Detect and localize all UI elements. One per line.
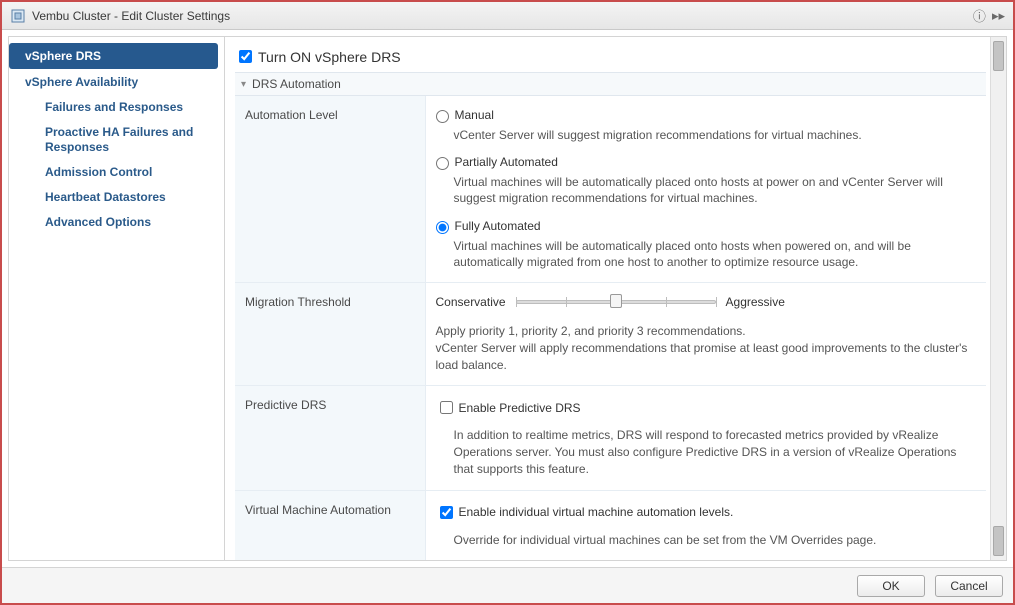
cancel-button[interactable]: Cancel xyxy=(935,575,1003,597)
option-manual-desc: vCenter Server will suggest migration re… xyxy=(454,127,977,143)
option-partially: Partially Automated Virtual machines wil… xyxy=(436,155,977,206)
content-wrap: Turn ON vSphere DRS ▾ DRS Automation Aut… xyxy=(225,37,1006,560)
predictive-drs-label: Predictive DRS xyxy=(235,386,425,490)
predictive-drs-checkbox-label: Enable Predictive DRS xyxy=(459,401,581,415)
option-fully: Fully Automated Virtual machines will be… xyxy=(436,219,977,270)
row-automation-level: Automation Level Manual vCenter Server w… xyxy=(235,96,986,282)
sidebar-sub-heartbeat[interactable]: Heartbeat Datastores xyxy=(9,185,224,210)
radio-partially[interactable] xyxy=(436,157,449,170)
predictive-drs-cell: Enable Predictive DRS In addition to rea… xyxy=(425,386,986,490)
turn-on-drs-checkbox[interactable] xyxy=(239,50,252,63)
option-partially-label: Partially Automated xyxy=(455,155,558,169)
migration-threshold-cell: Conservative Aggressive xyxy=(425,282,986,385)
migration-threshold-label: Migration Threshold xyxy=(235,282,425,385)
sidebar-sub-admission[interactable]: Admission Control xyxy=(9,160,224,185)
sidebar-item-drs[interactable]: vSphere DRS xyxy=(9,43,218,69)
window-title: Vembu Cluster - Edit Cluster Settings xyxy=(32,9,967,23)
automation-level-label: Automation Level xyxy=(235,96,425,282)
expand-icon[interactable]: ▸▸ xyxy=(992,8,1005,24)
sidebar-item-availability[interactable]: vSphere Availability xyxy=(9,69,224,95)
main-area: vSphere DRS vSphere Availability Failure… xyxy=(8,36,1007,561)
sidebar: vSphere DRS vSphere Availability Failure… xyxy=(9,37,225,560)
vm-automation-desc: Override for individual virtual machines… xyxy=(454,532,977,549)
content-area: Turn ON vSphere DRS ▾ DRS Automation Aut… xyxy=(225,37,990,560)
radio-manual[interactable] xyxy=(436,110,449,123)
ok-button[interactable]: OK xyxy=(857,575,925,597)
sidebar-item-label: vSphere Availability xyxy=(25,75,138,89)
row-predictive-drs: Predictive DRS Enable Predictive DRS In … xyxy=(235,386,986,490)
turn-on-drs-label: Turn ON vSphere DRS xyxy=(258,49,401,65)
migration-slider[interactable] xyxy=(516,299,716,305)
cluster-icon xyxy=(10,8,26,24)
predictive-drs-desc: In addition to realtime metrics, DRS wil… xyxy=(454,427,977,477)
collapse-arrow-icon: ▾ xyxy=(241,79,246,90)
vm-automation-checkbox-label: Enable individual virtual machine automa… xyxy=(459,505,734,519)
sidebar-sub-proactive[interactable]: Proactive HA Failures and Responses xyxy=(9,120,224,160)
help-icon[interactable]: ⓘ xyxy=(973,6,986,25)
row-vm-automation: Virtual Machine Automation Enable indivi… xyxy=(235,490,986,560)
option-fully-label: Fully Automated xyxy=(455,219,541,233)
footer: OK Cancel xyxy=(2,567,1013,603)
sidebar-sub-advanced[interactable]: Advanced Options xyxy=(9,210,224,235)
option-manual: Manual vCenter Server will suggest migra… xyxy=(436,108,977,143)
vm-automation-cell: Enable individual virtual machine automa… xyxy=(425,490,986,560)
slider-right-label: Aggressive xyxy=(726,295,785,309)
option-partially-desc: Virtual machines will be automatically p… xyxy=(454,174,977,206)
row-migration-threshold: Migration Threshold Conservative xyxy=(235,282,986,385)
migration-threshold-desc: Apply priority 1, priority 2, and priori… xyxy=(436,323,977,373)
sidebar-sub-failures[interactable]: Failures and Responses xyxy=(9,95,224,120)
vm-automation-checkbox[interactable] xyxy=(440,506,453,519)
section-header-label: DRS Automation xyxy=(252,77,341,91)
title-bar: Vembu Cluster - Edit Cluster Settings ⓘ … xyxy=(2,2,1013,30)
radio-fully[interactable] xyxy=(436,221,449,234)
slider-left-label: Conservative xyxy=(436,295,506,309)
drs-automation-header[interactable]: ▾ DRS Automation xyxy=(235,72,986,96)
predictive-drs-checkbox[interactable] xyxy=(440,401,453,414)
vm-automation-label: Virtual Machine Automation xyxy=(235,490,425,560)
sidebar-item-label: vSphere DRS xyxy=(25,49,101,63)
vertical-scrollbar[interactable] xyxy=(990,37,1006,560)
migration-slider-row: Conservative Aggressive xyxy=(436,295,977,309)
automation-level-cell: Manual vCenter Server will suggest migra… xyxy=(425,96,986,282)
option-fully-desc: Virtual machines will be automatically p… xyxy=(454,238,977,270)
option-manual-label: Manual xyxy=(455,108,494,122)
settings-table: Automation Level Manual vCenter Server w… xyxy=(235,96,986,560)
turn-on-drs-row: Turn ON vSphere DRS xyxy=(235,47,986,66)
